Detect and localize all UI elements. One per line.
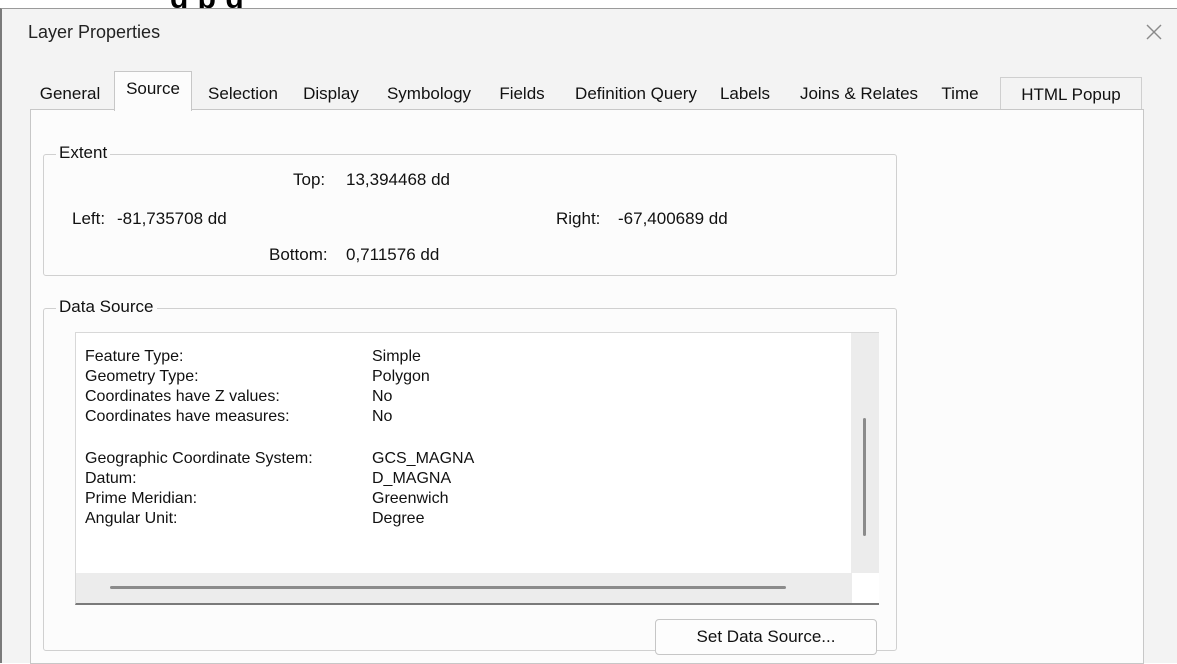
info-key: Prime Meridian: bbox=[85, 490, 198, 507]
tab-source[interactable]: Source bbox=[114, 71, 192, 111]
horizontal-scrollbar[interactable] bbox=[76, 573, 852, 603]
extent-right-value: -67,400689 dd bbox=[618, 209, 728, 228]
info-key: Datum: bbox=[85, 470, 137, 487]
info-key: Angular Unit: bbox=[85, 510, 178, 527]
extent-title: Extent bbox=[56, 143, 111, 163]
title-bar: Layer Properties bbox=[2, 9, 1177, 59]
cropped-header-text: g p g bbox=[0, 0, 1177, 8]
tab-general[interactable]: General bbox=[30, 77, 110, 110]
close-icon bbox=[1146, 24, 1162, 40]
vertical-scroll-thumb[interactable] bbox=[863, 418, 866, 536]
tab-time[interactable]: Time bbox=[930, 77, 990, 110]
source-tab-page: Extent Top: 13,394468 dd Left: -81,73570… bbox=[30, 109, 1144, 664]
info-value: Polygon bbox=[372, 368, 430, 385]
extent-left-label: Left: bbox=[72, 209, 106, 228]
tab-strip: General Source Selection Display Symbolo… bbox=[30, 71, 1147, 111]
info-key: Coordinates have measures: bbox=[85, 408, 290, 425]
tab-joins-relates[interactable]: Joins & Relates bbox=[786, 77, 932, 110]
set-data-source-button[interactable]: Set Data Source... bbox=[655, 619, 877, 655]
vertical-scrollbar[interactable] bbox=[851, 333, 879, 573]
extent-top-value: 13,394468 dd bbox=[346, 170, 450, 189]
info-key: Geographic Coordinate System: bbox=[85, 450, 313, 467]
data-source-title: Data Source bbox=[56, 297, 157, 317]
tab-html-popup[interactable]: HTML Popup bbox=[1000, 77, 1142, 110]
tab-definition-query[interactable]: Definition Query bbox=[562, 77, 710, 110]
info-value: GCS_MAGNA bbox=[372, 450, 475, 467]
tab-fields[interactable]: Fields bbox=[488, 77, 556, 110]
extent-group: Extent Top: 13,394468 dd Left: -81,73570… bbox=[43, 143, 897, 276]
cropped-header-fragment: g p g bbox=[170, 0, 244, 8]
data-source-group: Data Source Feature Type: Simple Geometr… bbox=[43, 297, 897, 651]
info-value: D_MAGNA bbox=[372, 470, 452, 487]
info-key: Geometry Type: bbox=[85, 368, 199, 385]
info-value: No bbox=[372, 408, 393, 425]
dialog-title: Layer Properties bbox=[28, 22, 161, 42]
info-key: Coordinates have Z values: bbox=[85, 388, 280, 405]
extent-right-label: Right: bbox=[556, 209, 601, 228]
tab-symbology[interactable]: Symbology bbox=[372, 77, 486, 110]
info-value: No bbox=[372, 388, 393, 405]
data-source-info-box: Feature Type: Simple Geometry Type: Poly… bbox=[75, 332, 879, 605]
close-button[interactable] bbox=[1139, 17, 1169, 47]
extent-left-value: -81,735708 dd bbox=[117, 209, 227, 228]
info-key: Feature Type: bbox=[85, 348, 184, 365]
info-value: Simple bbox=[372, 348, 421, 365]
layer-properties-dialog: Layer Properties General Source Selectio… bbox=[0, 8, 1177, 664]
tab-selection[interactable]: Selection bbox=[196, 77, 290, 110]
info-value: Greenwich bbox=[372, 490, 449, 507]
info-value: Degree bbox=[372, 510, 425, 527]
extent-bottom-value: 0,711576 dd bbox=[346, 245, 440, 264]
tab-display[interactable]: Display bbox=[292, 77, 370, 110]
extent-bottom-label: Bottom: bbox=[269, 245, 328, 264]
horizontal-scroll-thumb[interactable] bbox=[110, 586, 786, 589]
tab-labels[interactable]: Labels bbox=[710, 77, 780, 110]
extent-top-label: Top: bbox=[293, 170, 326, 189]
